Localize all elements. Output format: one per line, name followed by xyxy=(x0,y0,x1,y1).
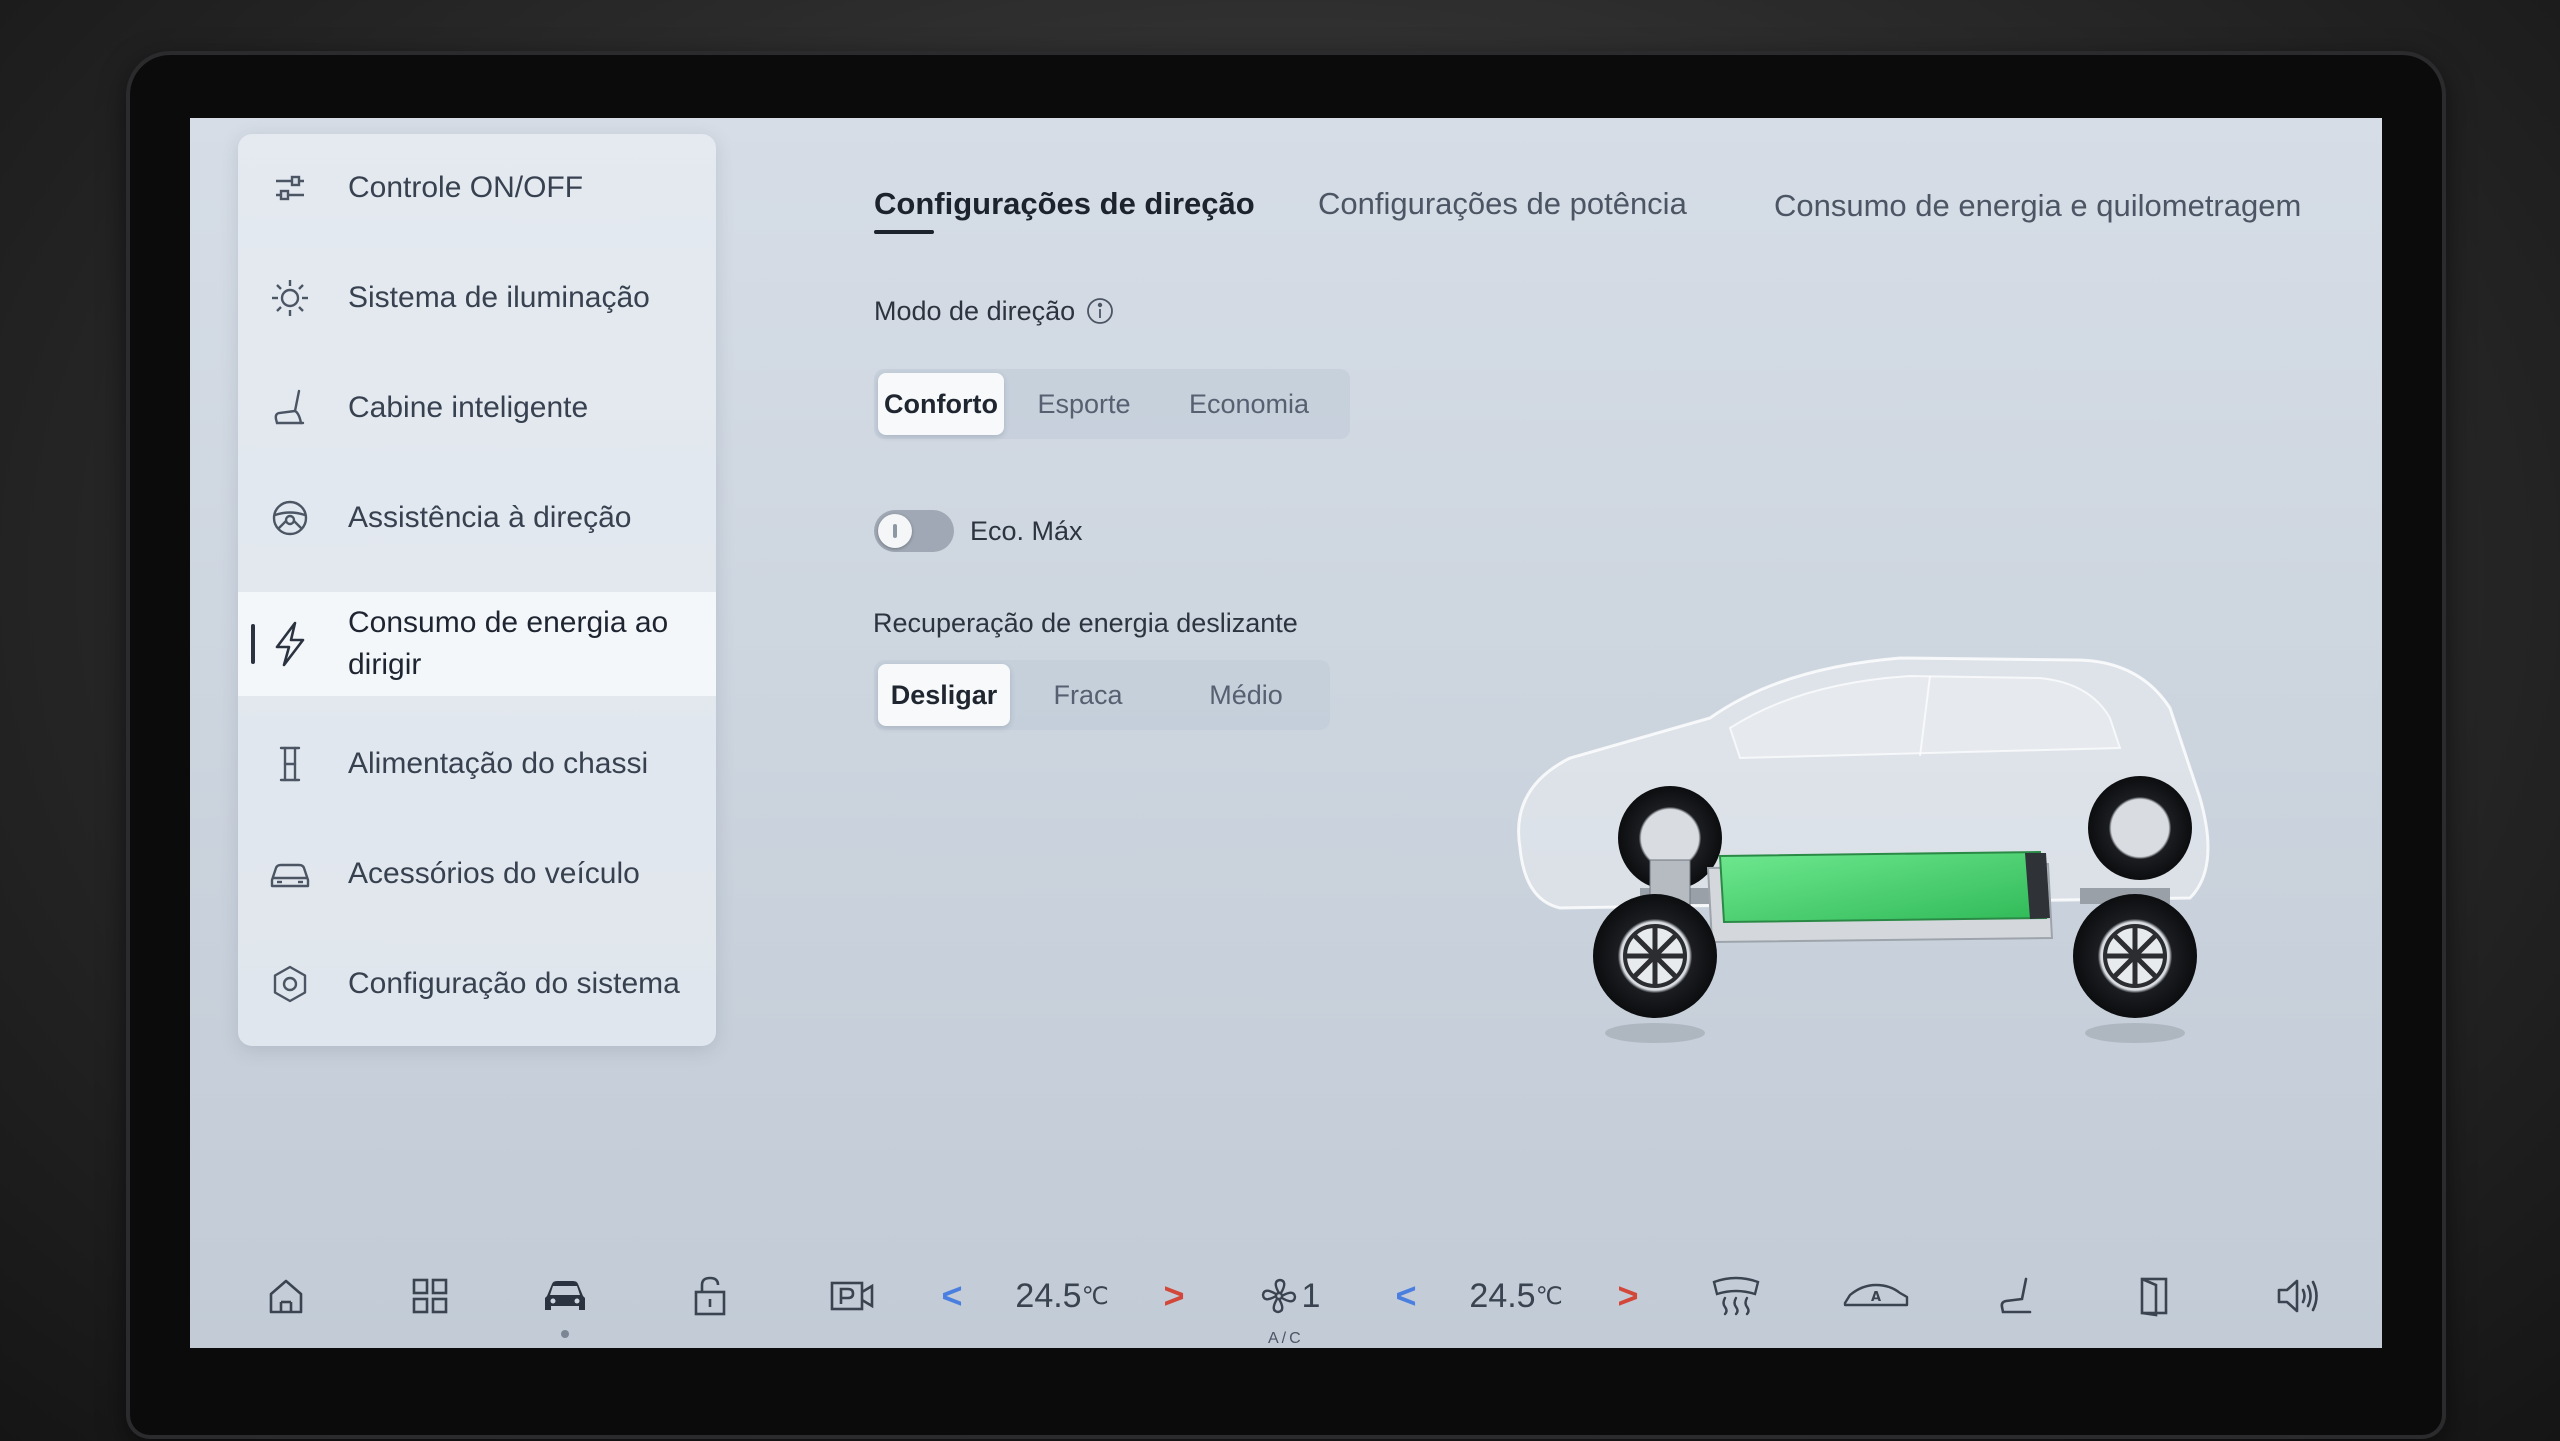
sidebar-item-on-off-control[interactable]: Controle ON/OFF xyxy=(238,136,716,240)
seat-button[interactable] xyxy=(1986,1268,2046,1324)
temp-down-arrow-icon: < xyxy=(941,1275,963,1316)
active-page-dot xyxy=(561,1330,569,1338)
lightning-icon xyxy=(266,620,314,668)
home-button[interactable] xyxy=(256,1268,316,1324)
speaker-icon xyxy=(2277,1279,2318,1313)
temp-unit: ℃ xyxy=(1081,1282,1109,1310)
door-button[interactable] xyxy=(2124,1268,2184,1324)
home-icon xyxy=(269,1279,303,1314)
right-temp-decrease[interactable]: < xyxy=(1386,1268,1426,1324)
sidebar-item-label: Assistência à direção xyxy=(348,501,632,534)
tab-energy-mileage[interactable]: Consumo de energia e quilometragem xyxy=(1774,188,2301,224)
drive-mode-sport-option[interactable]: Esporte xyxy=(1004,373,1164,435)
left-temp-increase[interactable]: > xyxy=(1154,1268,1194,1324)
unlock-icon xyxy=(694,1276,726,1316)
seat-icon xyxy=(266,384,314,432)
sidebar-item-label-line1: Consumo de energia ao xyxy=(348,606,669,639)
rear-defrost-icon xyxy=(1712,1276,1760,1316)
sidebar-item-smart-cabin[interactable]: Cabine inteligente xyxy=(238,356,716,460)
fan-speed-button[interactable]: 1 xyxy=(1250,1268,1330,1324)
left-temperature-value: 24.5 xyxy=(1015,1276,1082,1315)
drive-mode-label-text: Modo de direção xyxy=(874,296,1076,326)
sidebar-item-driving-assist[interactable]: Assistência à direção xyxy=(238,466,716,570)
camera-button[interactable] xyxy=(822,1268,882,1324)
drive-mode-comfort-option[interactable]: Conforto xyxy=(878,373,1004,435)
tab-driving-settings[interactable]: Configurações de direção xyxy=(874,186,1255,222)
left-temperature: 24.5 ℃ xyxy=(1002,1268,1122,1324)
sidebar-item-label: Configuração do sistema xyxy=(348,967,680,1000)
apps-button[interactable] xyxy=(400,1268,460,1324)
tab-active-underline xyxy=(874,230,934,234)
eco-max-toggle[interactable] xyxy=(874,510,954,552)
vehicle-chassis-illustration xyxy=(1517,656,2210,1043)
door-icon xyxy=(2140,1277,2168,1317)
fan-level-value: 1 xyxy=(1301,1276,1321,1315)
svg-text:A: A xyxy=(1871,1290,1881,1305)
sidebar-item-label: Cabine inteligente xyxy=(348,391,589,424)
eco-max-label: Eco. Máx xyxy=(970,516,1083,546)
right-temperature: 24.5 ℃ xyxy=(1456,1268,1576,1324)
regen-medium-option[interactable]: Médio xyxy=(1166,664,1326,726)
steering-wheel-icon xyxy=(266,494,314,542)
chassis-icon xyxy=(266,740,314,788)
sidebar-item-label: Controle ON/OFF xyxy=(348,171,584,204)
regen-weak-option[interactable]: Fraca xyxy=(1010,664,1166,726)
sun-icon xyxy=(266,274,314,322)
sidebar-item-label: Sistema de iluminação xyxy=(348,281,650,314)
seat-icon xyxy=(2000,1277,2032,1314)
car-icon xyxy=(266,850,314,898)
regen-off-option[interactable]: Desligar xyxy=(878,664,1010,726)
car-auto-icon: A xyxy=(1843,1283,1909,1307)
drive-mode-economy-option[interactable]: Economia xyxy=(1164,373,1334,435)
lock-button[interactable] xyxy=(680,1268,740,1324)
sidebar-item-chassis-power[interactable]: Alimentação do chassi xyxy=(238,712,716,816)
right-temperature-value: 24.5 xyxy=(1469,1276,1536,1315)
drive-mode-selector: Conforto Esporte Economia xyxy=(874,369,1350,439)
tab-power-settings[interactable]: Configurações de potência xyxy=(1318,186,1687,222)
vehicle-settings-button[interactable] xyxy=(535,1268,595,1324)
settings-sidebar: Controle ON/OFF Sistema de iluminação Ca… xyxy=(238,134,716,1046)
apps-grid-icon xyxy=(412,1278,448,1314)
temp-unit: ℃ xyxy=(1535,1282,1563,1310)
defrost-button[interactable] xyxy=(1704,1268,1768,1324)
sidebar-item-vehicle-accessories[interactable]: Acessórios do veículo xyxy=(238,822,716,926)
hexagon-gear-icon xyxy=(266,960,314,1008)
sidebar-item-label-line2: dirigir xyxy=(348,648,422,681)
sidebar-item-lighting[interactable]: Sistema de iluminação xyxy=(238,246,716,350)
sidebar-item-energy-consumption[interactable]: Consumo de energia ao dirigir xyxy=(238,592,716,696)
right-temp-increase[interactable]: > xyxy=(1608,1268,1648,1324)
ac-label: A/C xyxy=(1268,1330,1304,1347)
regen-label: Recuperação de energia deslizante xyxy=(873,608,1298,638)
sidebar-item-system-settings[interactable]: Configuração do sistema xyxy=(238,932,716,1036)
left-temp-decrease[interactable]: < xyxy=(932,1268,972,1324)
sidebar-item-label: Alimentação do chassi xyxy=(348,747,649,780)
sidebar-item-label: Acessórios do veículo xyxy=(348,857,640,890)
drive-mode-label: Modo de direção xyxy=(874,296,1115,327)
sliders-icon xyxy=(266,164,314,212)
active-indicator xyxy=(251,624,255,664)
parking-camera-icon xyxy=(830,1281,874,1311)
car-front-icon xyxy=(545,1281,585,1310)
temp-up-arrow-icon: > xyxy=(1617,1275,1639,1316)
screen: Controle ON/OFF Sistema de iluminação Ca… xyxy=(190,118,2382,1348)
auto-mode-button[interactable]: A xyxy=(1838,1268,1914,1324)
fan-icon xyxy=(1261,1278,1296,1314)
info-icon[interactable] xyxy=(1085,296,1115,326)
sidebar-item-label: Consumo de energia ao dirigir xyxy=(348,602,668,686)
temp-up-arrow-icon: > xyxy=(1163,1275,1185,1316)
regen-selector: Desligar Fraca Médio xyxy=(874,660,1330,730)
volume-button[interactable] xyxy=(2268,1268,2328,1324)
temp-down-arrow-icon: < xyxy=(1395,1275,1417,1316)
toggle-knob xyxy=(878,514,912,548)
